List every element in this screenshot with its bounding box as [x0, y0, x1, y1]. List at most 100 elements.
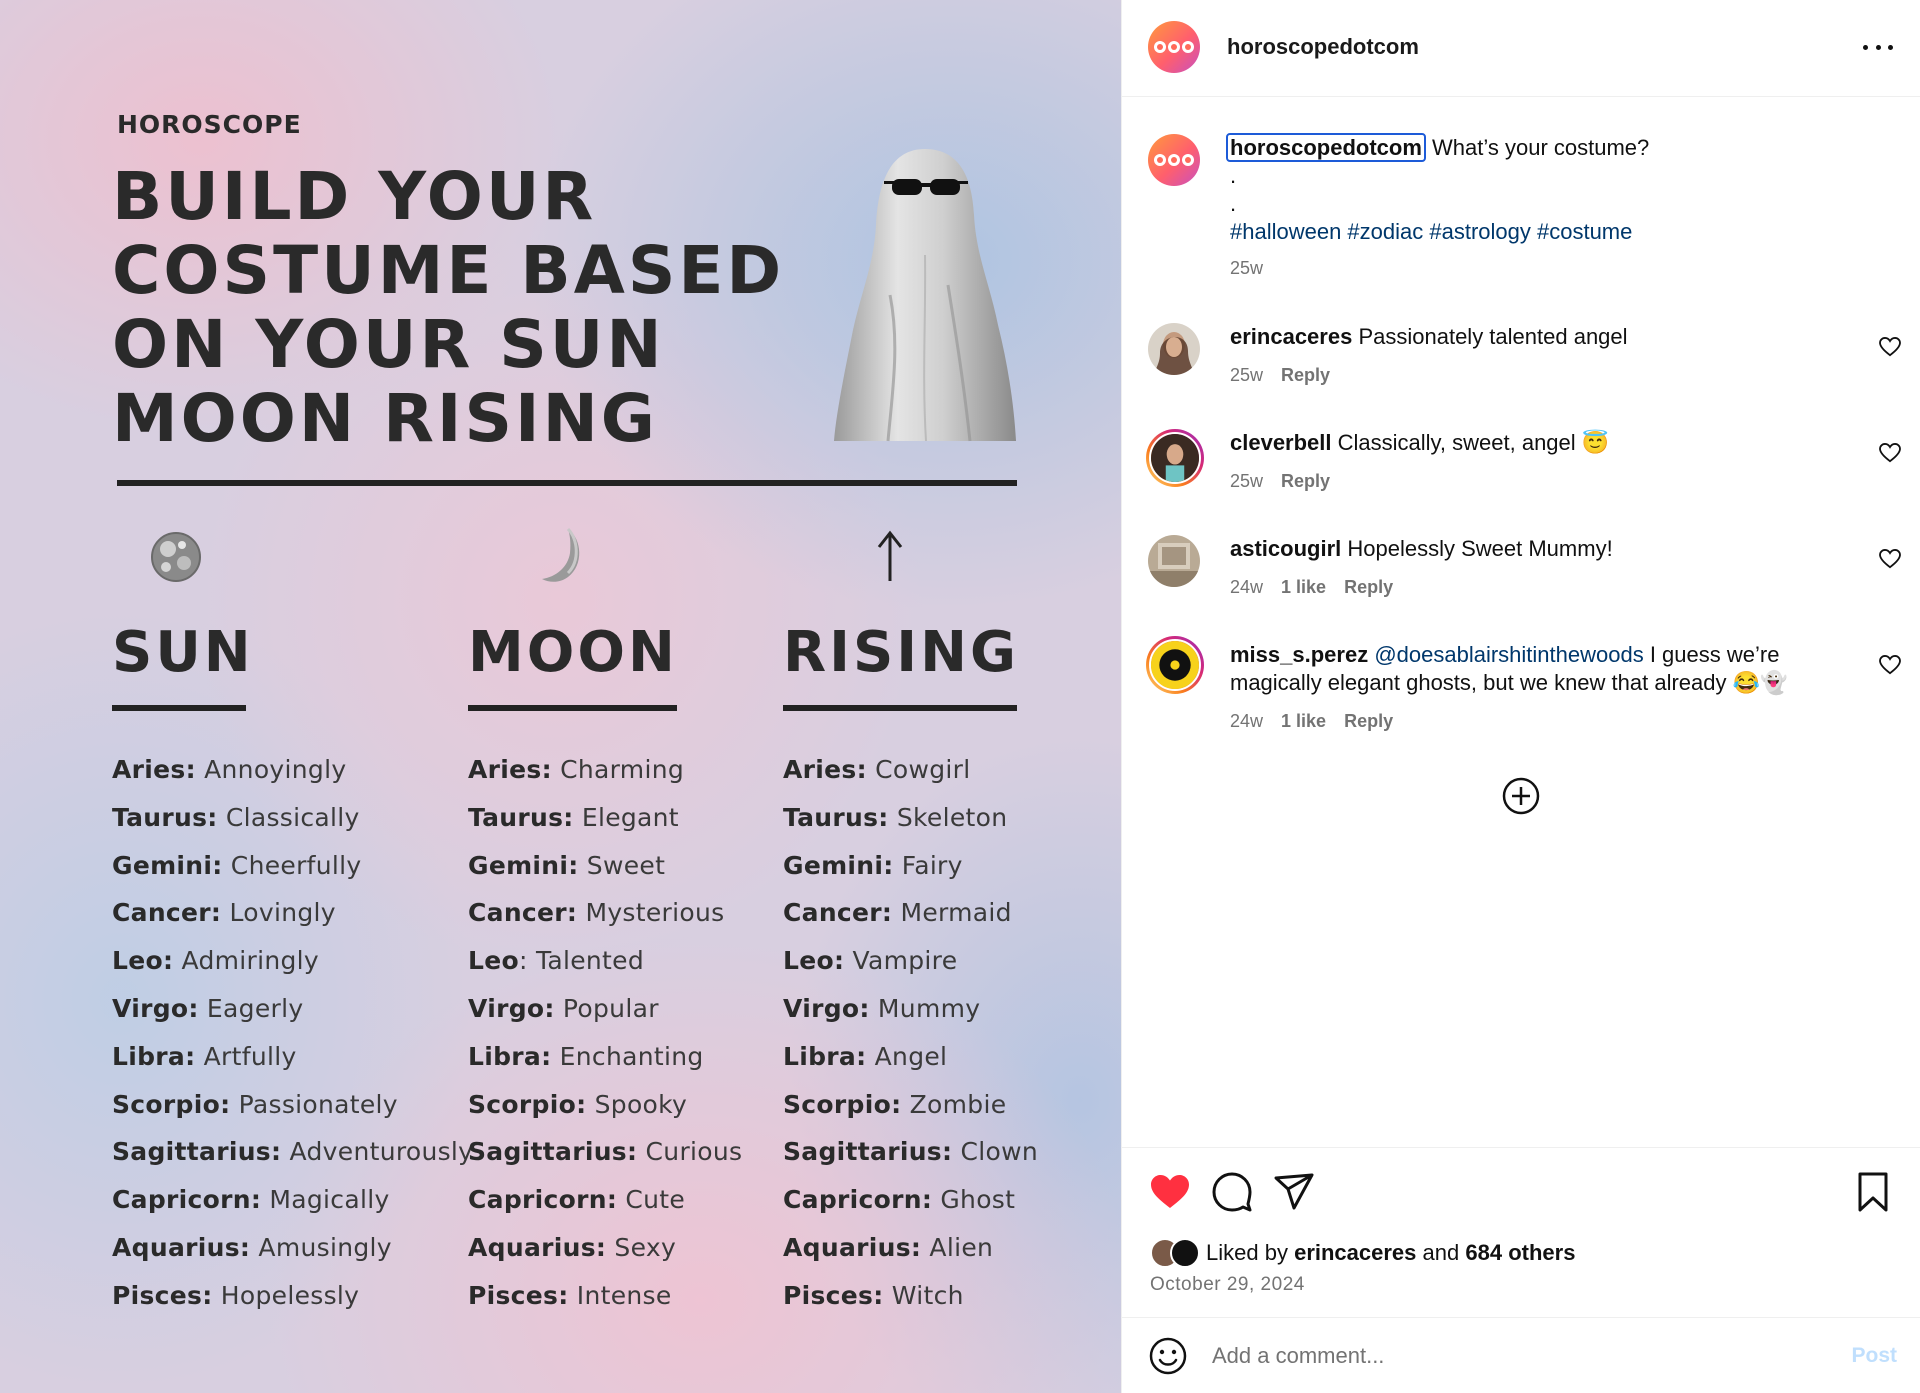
caption-hashtags[interactable]: #halloween #zodiac #astrology #costume [1230, 218, 1890, 246]
zodiac-entry: Aries: Charming [468, 755, 742, 803]
moon-underline [468, 705, 677, 711]
zodiac-value: Vampire [844, 946, 958, 976]
zodiac-sign: Scorpio: [468, 1089, 587, 1119]
comment-username[interactable]: asticougirl [1230, 536, 1341, 561]
zodiac-value: Intense [568, 1280, 672, 1310]
zodiac-value: Classically [217, 802, 360, 832]
likes-count[interactable]: 684 others [1465, 1240, 1575, 1266]
author-avatar[interactable] [1148, 21, 1200, 73]
likes-summary: Liked by erincaceres and 684 others [1150, 1238, 1575, 1268]
reply-button[interactable]: Reply [1344, 577, 1393, 597]
zodiac-sign: Aries: [112, 755, 196, 784]
emoji-icon[interactable] [1148, 1336, 1188, 1376]
zodiac-sign: Leo: [783, 946, 845, 976]
zodiac-entry: Virgo: Mummy [783, 994, 1038, 1042]
like-heart-icon[interactable] [1148, 1170, 1192, 1214]
add-comment-bar: Post [1122, 1317, 1920, 1393]
zodiac-entry: Capricorn: Ghost [783, 1185, 1038, 1233]
headline-line: MOON RISING [112, 380, 658, 457]
zodiac-value: Popular [554, 993, 659, 1023]
zodiac-entry: Aquarius: Amusingly [112, 1233, 473, 1281]
commenter-avatar[interactable] [1148, 535, 1200, 587]
zodiac-entry: Cancer: Lovingly [112, 898, 473, 946]
zodiac-entry: Virgo: Popular [468, 994, 742, 1042]
reply-button[interactable]: Reply [1281, 471, 1330, 491]
zodiac-entry: Taurus: Skeleton [783, 803, 1038, 851]
zodiac-sign: Taurus: [468, 802, 574, 832]
zodiac-sign: Libra: [468, 1041, 552, 1071]
zodiac-entry: Gemini: Sweet [468, 851, 742, 899]
zodiac-entry: Sagittarius: Clown [783, 1137, 1038, 1185]
comment-mention[interactable]: @doesablairshitinthewoods [1374, 642, 1643, 667]
arrow-up-icon [877, 530, 903, 581]
caption-time: 25w [1230, 258, 1264, 278]
moon-list: Aries: Charming Taurus: Elegant Gemini: Sw… [468, 755, 742, 1329]
commenter-avatar[interactable] [1146, 429, 1204, 487]
zodiac-value: Witch [883, 1280, 964, 1310]
caption-username[interactable]: horoscopedotcom [1226, 133, 1426, 162]
likes-user[interactable]: erincaceres [1294, 1240, 1416, 1266]
zodiac-sign: Gemini: [468, 850, 579, 880]
zodiac-value: Cute [617, 1185, 686, 1215]
zodiac-sign: Sagittarius: [468, 1137, 638, 1167]
post-comment-button[interactable]: Post [1851, 1344, 1897, 1368]
zodiac-value: Amusingly [250, 1232, 392, 1262]
likes-middle: and [1422, 1240, 1460, 1265]
like-comment-heart-icon[interactable] [1879, 549, 1901, 569]
zodiac-entry: Pisces: Hopelessly [112, 1281, 473, 1329]
comment-icon[interactable] [1210, 1170, 1254, 1214]
zodiac-sign: Gemini: [783, 850, 894, 880]
caption-avatar[interactable] [1148, 134, 1200, 186]
zodiac-sign: Cancer: [783, 898, 893, 928]
zodiac-value: Sexy [606, 1232, 677, 1262]
like-comment-heart-icon[interactable] [1879, 337, 1901, 357]
comment-text: Passionately talented angel [1358, 324, 1628, 349]
comment-username[interactable]: miss_s.perez [1230, 642, 1368, 667]
commenter-avatar[interactable] [1148, 323, 1200, 375]
comment-time: 25w [1230, 471, 1264, 491]
rising-title: RISING [783, 620, 1019, 685]
like-comment-heart-icon[interactable] [1879, 655, 1901, 675]
zodiac-entry: Libra: Artfully [112, 1042, 473, 1090]
more-horizontal-icon[interactable] [1863, 35, 1893, 59]
zodiac-value: Skeleton [888, 802, 1008, 832]
reply-button[interactable]: Reply [1281, 365, 1330, 385]
zodiac-entry: Pisces: Witch [783, 1281, 1038, 1329]
bookmark-icon[interactable] [1851, 1170, 1895, 1214]
liker-avatar [1170, 1238, 1200, 1268]
load-more-comments-icon[interactable] [1502, 777, 1540, 815]
like-comment-heart-icon[interactable] [1879, 443, 1901, 463]
comment-likes[interactable]: 1 like [1281, 711, 1326, 731]
zodiac-entry: Gemini: Cheerfully [112, 851, 473, 899]
moon-icon [542, 527, 580, 582]
rising-underline [783, 705, 1017, 711]
reply-button[interactable]: Reply [1344, 711, 1393, 731]
share-icon[interactable] [1272, 1170, 1316, 1214]
sun-list: Aries: Annoyingly Taurus: Classically Gemi… [112, 755, 473, 1329]
zodiac-sign: Pisces: [468, 1280, 569, 1310]
zodiac-sign: Virgo: [468, 993, 555, 1023]
zodiac-sign: Taurus: [112, 802, 218, 832]
author-username[interactable]: horoscopedotcom [1227, 34, 1419, 60]
zodiac-entry: Libra: Enchanting [468, 1042, 742, 1090]
post-caption: horoscopedotcom What’s your costume? . .… [1226, 133, 1890, 282]
zodiac-entry: Aries: Annoyingly [112, 755, 473, 803]
zodiac-sign: Virgo: [783, 993, 870, 1023]
comment-username[interactable]: erincaceres [1230, 324, 1352, 349]
zodiac-value: Eagerly [198, 993, 304, 1023]
zodiac-value: Adventurously [281, 1137, 474, 1167]
zodiac-entry: Virgo: Eagerly [112, 994, 473, 1042]
comment-likes[interactable]: 1 like [1281, 577, 1326, 597]
zodiac-value: Annoyingly [195, 755, 347, 784]
caption-dot: . [1230, 191, 1237, 216]
zodiac-sign: Virgo: [112, 993, 199, 1023]
commenter-avatar[interactable] [1146, 636, 1204, 694]
comment-input[interactable] [1212, 1338, 1792, 1374]
caption-text: What’s your costume? [1432, 135, 1650, 160]
zodiac-sign: Aquarius: [468, 1232, 607, 1262]
comment-username[interactable]: cleverbell [1230, 430, 1332, 455]
zodiac-value: Sweet [578, 850, 666, 880]
zodiac-entry: Gemini: Fairy [783, 851, 1038, 899]
post-image: HOROSCOPE BUILD YOUR COSTUME BASED ON YO… [0, 0, 1121, 1393]
zodiac-sign: Capricorn: [112, 1185, 262, 1215]
